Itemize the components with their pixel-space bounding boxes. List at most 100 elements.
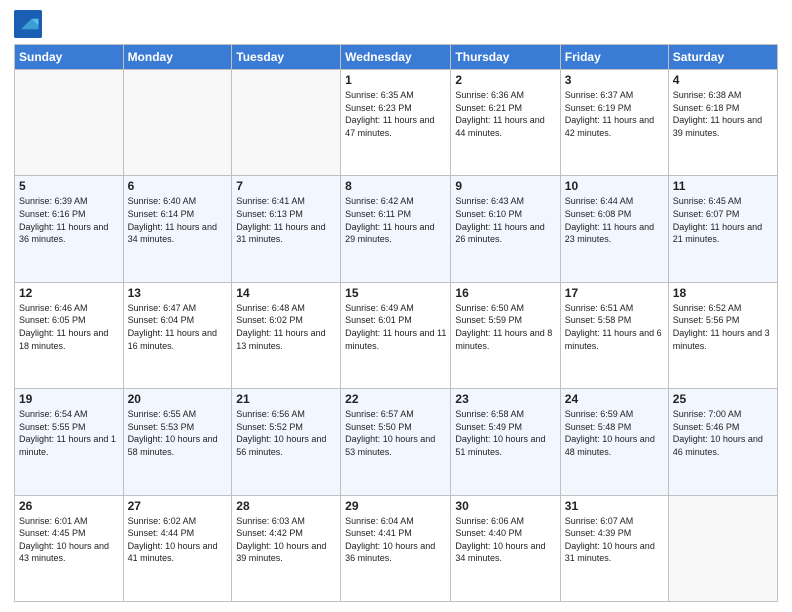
day-number: 6 (128, 179, 228, 193)
calendar-week-3: 12 Sunrise: 6:46 AM Sunset: 6:05 PM Dayli… (15, 282, 778, 388)
day-info: Sunrise: 6:39 AM Sunset: 6:16 PM Dayligh… (19, 195, 119, 245)
day-number: 16 (455, 286, 555, 300)
calendar-cell: 18Sunrise: 6:52 AM Sunset: 5:56 PM Dayli… (668, 282, 777, 388)
day-number: 28 (236, 499, 336, 513)
day-info: Sunrise: 6:57 AM Sunset: 5:50 PM Dayligh… (345, 408, 446, 458)
header (14, 10, 778, 38)
calendar-cell (668, 495, 777, 601)
calendar-cell: 31 Sunrise: 6:07 AM Sunset: 4:39 PM Dayli… (560, 495, 668, 601)
calendar-cell: 6 Sunrise: 6:40 AM Sunset: 6:14 PM Daylig… (123, 176, 232, 282)
calendar-cell: 20Sunrise: 6:55 AM Sunset: 5:53 PM Dayli… (123, 389, 232, 495)
day-info: Sunrise: 6:04 AM Sunset: 4:41 PM Dayligh… (345, 515, 446, 565)
day-number: 7 (236, 179, 336, 193)
calendar-cell: 15 Sunrise: 6:49 AM Sunset: 6:01 PM Dayli… (341, 282, 451, 388)
calendar-cell: 1 Sunrise: 6:35 AM Sunset: 6:23 PM Daylig… (341, 70, 451, 176)
day-info: Sunrise: 6:49 AM Sunset: 6:01 PM Dayligh… (345, 302, 446, 352)
calendar-cell: 28 Sunrise: 6:03 AM Sunset: 4:42 PM Dayli… (232, 495, 341, 601)
calendar-cell: 19 Sunrise: 6:54 AM Sunset: 5:55 PM Dayli… (15, 389, 124, 495)
calendar-cell: 7 Sunrise: 6:41 AM Sunset: 6:13 PM Daylig… (232, 176, 341, 282)
day-number: 31 (565, 499, 664, 513)
calendar-cell: 14 Sunrise: 6:48 AM Sunset: 6:02 PM Dayli… (232, 282, 341, 388)
calendar-cell: 3 Sunrise: 6:37 AM Sunset: 6:19 PM Daylig… (560, 70, 668, 176)
day-info: Sunrise: 6:07 AM Sunset: 4:39 PM Dayligh… (565, 515, 664, 565)
calendar-cell: 2 Sunrise: 6:36 AM Sunset: 6:21 PM Daylig… (451, 70, 560, 176)
calendar-week-2: 5 Sunrise: 6:39 AM Sunset: 6:16 PM Daylig… (15, 176, 778, 282)
day-number: 10 (565, 179, 664, 193)
calendar-header-row: SundayMondayTuesdayWednesdayThursdayFrid… (15, 45, 778, 70)
calendar-cell: 22 Sunrise: 6:57 AM Sunset: 5:50 PM Dayli… (341, 389, 451, 495)
day-number: 8 (345, 179, 446, 193)
day-number: 15 (345, 286, 446, 300)
day-info: Sunrise: 6:54 AM Sunset: 5:55 PM Dayligh… (19, 408, 119, 458)
day-number: 20 (128, 392, 228, 406)
day-number: 5 (19, 179, 119, 193)
calendar-cell: 16 Sunrise: 6:50 AM Sunset: 5:59 PM Dayli… (451, 282, 560, 388)
calendar-cell (15, 70, 124, 176)
day-info: Sunrise: 6:47 AM Sunset: 6:04 PM Dayligh… (128, 302, 228, 352)
calendar-cell: 25Sunrise: 7:00 AM Sunset: 5:46 PM Dayli… (668, 389, 777, 495)
calendar-week-5: 26Sunrise: 6:01 AM Sunset: 4:45 PM Dayli… (15, 495, 778, 601)
day-info: Sunrise: 6:56 AM Sunset: 5:52 PM Dayligh… (236, 408, 336, 458)
day-number: 12 (19, 286, 119, 300)
day-number: 14 (236, 286, 336, 300)
day-number: 1 (345, 73, 446, 87)
day-number: 22 (345, 392, 446, 406)
day-info: Sunrise: 6:45 AM Sunset: 6:07 PM Dayligh… (673, 195, 773, 245)
day-number: 19 (19, 392, 119, 406)
day-info: Sunrise: 6:38 AM Sunset: 6:18 PM Dayligh… (673, 89, 773, 139)
day-info: Sunrise: 6:51 AM Sunset: 5:58 PM Dayligh… (565, 302, 664, 352)
day-info: Sunrise: 6:59 AM Sunset: 5:48 PM Dayligh… (565, 408, 664, 458)
day-number: 21 (236, 392, 336, 406)
logo-icon (14, 10, 42, 38)
day-number: 30 (455, 499, 555, 513)
day-info: Sunrise: 6:52 AM Sunset: 5:56 PM Dayligh… (673, 302, 773, 352)
col-header-wednesday: Wednesday (341, 45, 451, 70)
calendar-cell (232, 70, 341, 176)
calendar-cell: 17 Sunrise: 6:51 AM Sunset: 5:58 PM Dayli… (560, 282, 668, 388)
day-number: 27 (128, 499, 228, 513)
calendar-cell: 27 Sunrise: 6:02 AM Sunset: 4:44 PM Dayli… (123, 495, 232, 601)
calendar-cell: 12 Sunrise: 6:46 AM Sunset: 6:05 PM Dayli… (15, 282, 124, 388)
day-info: Sunrise: 6:46 AM Sunset: 6:05 PM Dayligh… (19, 302, 119, 352)
col-header-monday: Monday (123, 45, 232, 70)
day-info: Sunrise: 6:06 AM Sunset: 4:40 PM Dayligh… (455, 515, 555, 565)
calendar-cell: 5 Sunrise: 6:39 AM Sunset: 6:16 PM Daylig… (15, 176, 124, 282)
day-number: 2 (455, 73, 555, 87)
calendar-cell: 4 Sunrise: 6:38 AM Sunset: 6:18 PM Daylig… (668, 70, 777, 176)
day-number: 3 (565, 73, 664, 87)
day-info: Sunrise: 6:36 AM Sunset: 6:21 PM Dayligh… (455, 89, 555, 139)
day-number: 9 (455, 179, 555, 193)
col-header-friday: Friday (560, 45, 668, 70)
col-header-saturday: Saturday (668, 45, 777, 70)
day-number: 13 (128, 286, 228, 300)
calendar-week-4: 19 Sunrise: 6:54 AM Sunset: 5:55 PM Dayli… (15, 389, 778, 495)
day-info: Sunrise: 6:35 AM Sunset: 6:23 PM Dayligh… (345, 89, 446, 139)
day-number: 24 (565, 392, 664, 406)
day-number: 17 (565, 286, 664, 300)
calendar-cell: 9Sunrise: 6:43 AM Sunset: 6:10 PM Daylig… (451, 176, 560, 282)
day-number: 29 (345, 499, 446, 513)
day-number: 25 (673, 392, 773, 406)
calendar-cell (123, 70, 232, 176)
calendar-cell: 10 Sunrise: 6:44 AM Sunset: 6:08 PM Dayli… (560, 176, 668, 282)
day-number: 23 (455, 392, 555, 406)
calendar-cell: 13 Sunrise: 6:47 AM Sunset: 6:04 PM Dayli… (123, 282, 232, 388)
calendar-cell: 24 Sunrise: 6:59 AM Sunset: 5:48 PM Dayli… (560, 389, 668, 495)
day-info: Sunrise: 6:37 AM Sunset: 6:19 PM Dayligh… (565, 89, 664, 139)
calendar-table: SundayMondayTuesdayWednesdayThursdayFrid… (14, 44, 778, 602)
day-info: Sunrise: 6:41 AM Sunset: 6:13 PM Dayligh… (236, 195, 336, 245)
calendar-cell: 21 Sunrise: 6:56 AM Sunset: 5:52 PM Dayli… (232, 389, 341, 495)
day-info: Sunrise: 6:50 AM Sunset: 5:59 PM Dayligh… (455, 302, 555, 352)
day-info: Sunrise: 6:40 AM Sunset: 6:14 PM Dayligh… (128, 195, 228, 245)
day-info: Sunrise: 6:03 AM Sunset: 4:42 PM Dayligh… (236, 515, 336, 565)
day-info: Sunrise: 6:58 AM Sunset: 5:49 PM Dayligh… (455, 408, 555, 458)
calendar-cell: 11Sunrise: 6:45 AM Sunset: 6:07 PM Dayli… (668, 176, 777, 282)
day-number: 4 (673, 73, 773, 87)
day-info: Sunrise: 6:02 AM Sunset: 4:44 PM Dayligh… (128, 515, 228, 565)
calendar-cell: 30 Sunrise: 6:06 AM Sunset: 4:40 PM Dayli… (451, 495, 560, 601)
col-header-thursday: Thursday (451, 45, 560, 70)
col-header-sunday: Sunday (15, 45, 124, 70)
day-info: Sunrise: 6:48 AM Sunset: 6:02 PM Dayligh… (236, 302, 336, 352)
calendar-cell: 29 Sunrise: 6:04 AM Sunset: 4:41 PM Dayli… (341, 495, 451, 601)
day-info: Sunrise: 6:44 AM Sunset: 6:08 PM Dayligh… (565, 195, 664, 245)
